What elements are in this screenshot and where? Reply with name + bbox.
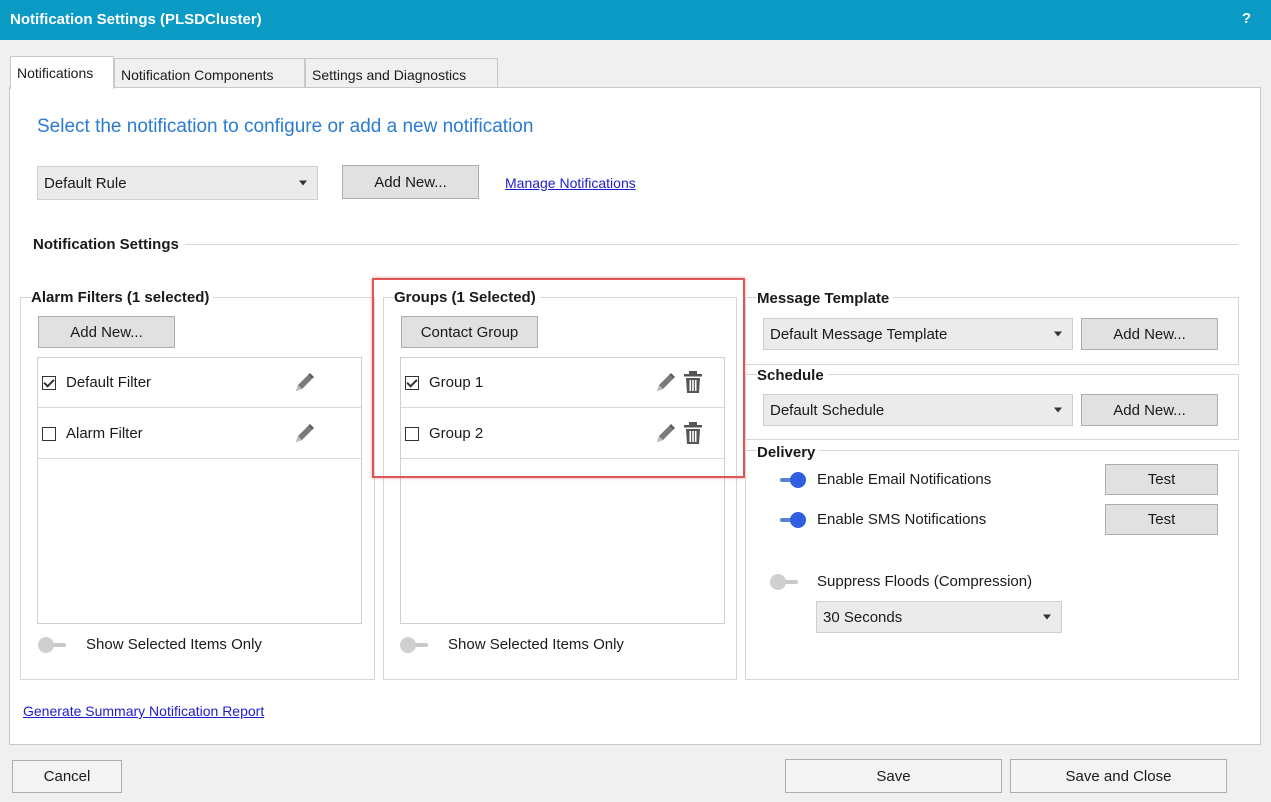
message-template-title: Message Template: [757, 290, 894, 307]
groups-list: Group 1 Group 2: [400, 357, 725, 624]
list-item[interactable]: Group 2: [401, 409, 724, 459]
email-notifications-label: Enable Email Notifications: [817, 471, 992, 488]
suppress-floods-toggle[interactable]: [770, 574, 802, 590]
trash-icon[interactable]: [682, 421, 704, 445]
groups-show-selected-toggle[interactable]: [400, 637, 432, 653]
pencil-icon[interactable]: [292, 422, 316, 446]
save-button[interactable]: Save: [785, 759, 1002, 793]
generate-report-link[interactable]: Generate Summary Notification Report: [23, 703, 264, 719]
group-1-checkbox[interactable]: [405, 376, 419, 390]
list-item-label: Alarm Filter: [66, 425, 143, 442]
save-and-close-button[interactable]: Save and Close: [1010, 759, 1227, 793]
schedule-title: Schedule: [757, 367, 828, 384]
chevron-down-icon: [1054, 407, 1062, 413]
alarm-filters-show-selected-label: Show Selected Items Only: [86, 636, 262, 653]
test-email-button[interactable]: Test: [1105, 464, 1218, 495]
tab-notifications[interactable]: Notifications: [10, 56, 114, 89]
suppress-floods-label: Suppress Floods (Compression): [817, 573, 1033, 590]
compression-interval-select[interactable]: 30 Seconds: [816, 601, 1062, 633]
notification-select[interactable]: Default Rule: [37, 166, 318, 200]
tab-settings-and-diagnostics[interactable]: Settings and Diagnostics: [305, 58, 498, 88]
manage-notifications-link[interactable]: Manage Notifications: [505, 175, 636, 191]
add-alarm-filter-button[interactable]: Add New...: [38, 316, 175, 348]
groups-show-selected-label: Show Selected Items Only: [448, 636, 624, 653]
title-bar: Notification Settings (PLSDCluster) ?: [0, 0, 1271, 40]
pencil-icon[interactable]: [292, 371, 316, 395]
default-filter-checkbox[interactable]: [42, 376, 56, 390]
group-2-checkbox[interactable]: [405, 427, 419, 441]
alarm-filters-show-selected-toggle[interactable]: [38, 637, 70, 653]
chevron-down-icon: [1054, 331, 1062, 337]
notification-select-value: Default Rule: [44, 174, 127, 192]
tab-notification-components[interactable]: Notification Components: [114, 58, 305, 88]
add-message-template-button[interactable]: Add New...: [1081, 318, 1218, 350]
contact-group-button[interactable]: Contact Group: [401, 316, 538, 348]
list-item[interactable]: Group 1: [401, 358, 724, 408]
schedule-select[interactable]: Default Schedule: [763, 394, 1073, 426]
message-template-value: Default Message Template: [770, 325, 948, 343]
pencil-icon[interactable]: [653, 422, 677, 446]
sms-notifications-toggle[interactable]: [776, 512, 808, 528]
alarm-filters-list: Default Filter Alarm Filter: [37, 357, 362, 624]
alarm-filters-title: Alarm Filters (1 selected): [31, 289, 214, 306]
help-button[interactable]: ?: [1242, 10, 1251, 27]
chevron-down-icon: [299, 180, 307, 186]
section-divider: [33, 244, 1238, 245]
list-item[interactable]: Alarm Filter: [38, 409, 361, 459]
window-title: Notification Settings (PLSDCluster): [10, 11, 262, 28]
list-item-label: Group 2: [429, 425, 484, 442]
sms-notifications-label: Enable SMS Notifications: [817, 511, 987, 528]
compression-interval-value: 30 Seconds: [823, 608, 903, 626]
list-item[interactable]: Default Filter: [38, 358, 361, 408]
test-sms-button[interactable]: Test: [1105, 504, 1218, 535]
trash-icon[interactable]: [682, 370, 704, 394]
message-template-select[interactable]: Default Message Template: [763, 318, 1073, 350]
list-item-label: Group 1: [429, 374, 484, 391]
delivery-title: Delivery: [757, 444, 820, 461]
add-schedule-button[interactable]: Add New...: [1081, 394, 1218, 426]
notification-settings-title: Notification Settings: [33, 236, 185, 253]
chevron-down-icon: [1043, 614, 1051, 620]
page-headline: Select the notification to configure or …: [37, 116, 534, 137]
list-item-label: Default Filter: [66, 374, 152, 391]
pencil-icon[interactable]: [653, 371, 677, 395]
cancel-button[interactable]: Cancel: [12, 760, 122, 793]
add-notification-button[interactable]: Add New...: [342, 165, 479, 199]
groups-title: Groups (1 Selected): [394, 289, 540, 306]
schedule-value: Default Schedule: [770, 401, 885, 419]
alarm-filter-checkbox[interactable]: [42, 427, 56, 441]
email-notifications-toggle[interactable]: [776, 472, 808, 488]
